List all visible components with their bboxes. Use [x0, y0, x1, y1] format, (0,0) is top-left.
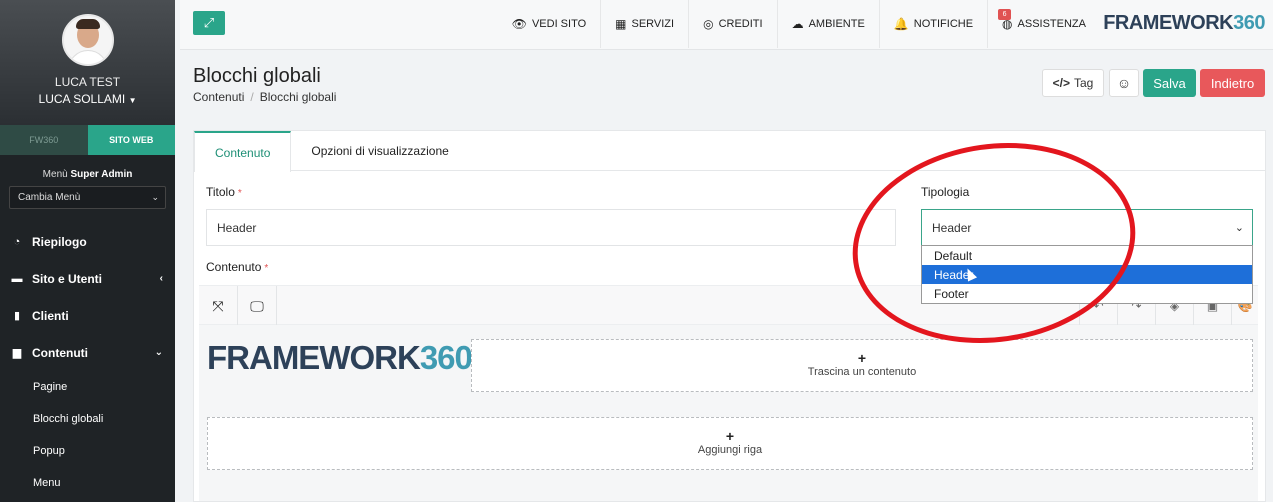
nav-assistenza[interactable]: 6 ◍ ASSISTENZA — [987, 0, 1100, 48]
breadcrumb: Contenuti / Blocchi globali — [193, 90, 337, 104]
form-tabs: Contenuto Opzioni di visualizzazione — [194, 131, 1265, 172]
person-icon: ▮ — [13, 310, 21, 322]
nav-servizi[interactable]: ▦ SERVIZI — [600, 0, 688, 48]
plus-icon: + — [857, 350, 867, 366]
page-title: Blocchi globali — [193, 65, 321, 87]
add-row-button[interactable]: + Aggiungi riga — [207, 417, 1253, 470]
nav-crediti[interactable]: ◎ CREDITI — [688, 0, 776, 48]
chevron-down-icon: ⌄ — [154, 347, 163, 358]
nav-ambiente[interactable]: ☁ AMBIENTE — [776, 0, 879, 48]
monitor-icon: 🖵 — [250, 297, 264, 314]
titolo-label: Titolo * — [206, 185, 242, 199]
sidebar-item-contenuti[interactable]: ▆ Contenuti ⌄ — [0, 334, 175, 371]
tab-sito-web[interactable]: SITO WEB — [87, 125, 175, 155]
user-name: LUCA TEST — [54, 75, 121, 89]
dashboard-icon: ◔ — [13, 235, 21, 248]
sidebar-subitem-pagine[interactable]: Pagine — [0, 371, 175, 403]
users-icon: ▬ — [11, 272, 23, 285]
fullscreen-button[interactable]: ⤧ — [199, 286, 238, 326]
nav-notifiche[interactable]: 🔔 NOTIFICHE — [878, 0, 987, 48]
expand-icon: ⤧ — [212, 297, 224, 314]
nav-vedi-sito[interactable]: 👁 VEDI SITO — [498, 0, 600, 48]
change-menu-select[interactable]: Cambia Menù ⌄ — [9, 186, 166, 209]
bell-icon: 🔔 — [893, 17, 909, 31]
tag-button[interactable]: </> Tag — [1042, 69, 1104, 97]
contenuto-label: Contenuto * — [206, 260, 269, 274]
sidebar-subitem-popup[interactable]: Popup — [0, 435, 175, 467]
profile-panel: LUCA TEST LUCA SOLLAMI ▼ — [0, 0, 175, 125]
notification-badge: 6 — [998, 9, 1012, 20]
user-account-dropdown[interactable]: LUCA SOLLAMI ▼ — [0, 92, 175, 106]
topbar: ⤢ 👁 VEDI SITO ▦ SERVIZI ◎ CREDITI ☁ AMBIENTE… — [180, 0, 1273, 50]
chevron-down-icon: ⌄ — [151, 192, 159, 202]
chevron-left-icon: ‹ — [159, 273, 163, 284]
save-button[interactable]: Salva — [1143, 69, 1196, 97]
coins-icon: ◎ — [703, 17, 714, 31]
desktop-view-button[interactable]: 🖵 — [238, 286, 277, 326]
brand-logo[interactable]: FRAMEWORK360 — [1103, 12, 1265, 35]
sidebar-item-sito-utenti[interactable]: ▬ Sito e Utenti ‹ — [0, 260, 175, 297]
content-logo[interactable]: FRAMEWORK360 — [207, 339, 473, 377]
titolo-input[interactable]: Header — [206, 209, 896, 246]
page-header: Blocchi globali Contenuti / Blocchi global… — [180, 50, 1273, 120]
smile-icon: ☺ — [1116, 75, 1132, 91]
sidebar-subitem-blocchi-globali[interactable]: Blocchi globali — [0, 403, 175, 435]
sidebar-subitem-menu[interactable]: Menu — [0, 467, 175, 499]
plus-icon: + — [725, 428, 735, 444]
sidebar-item-riepilogo[interactable]: ◔ Riepilogo — [0, 223, 175, 260]
chevron-down-icon: ⌄ — [1234, 222, 1244, 234]
breadcrumb-current: Blocchi globali — [259, 90, 337, 104]
sidebar-item-clienti[interactable]: ▮ Clienti — [0, 297, 175, 334]
back-button[interactable]: Indietro — [1200, 69, 1265, 97]
top-nav: 👁 VEDI SITO ▦ SERVIZI ◎ CREDITI ☁ AMBIENTE 🔔… — [498, 0, 1100, 48]
code-icon: </> — [1052, 76, 1070, 90]
tab-contenuto[interactable]: Contenuto — [194, 131, 292, 172]
content-dropzone[interactable]: + Trascina un contenuto — [471, 339, 1253, 392]
menu-title: Menù Super Admin — [42, 169, 133, 180]
emoji-button[interactable]: ☺ — [1109, 69, 1139, 97]
cloud-icon: ☁ — [791, 17, 804, 31]
avatar[interactable] — [61, 14, 114, 66]
breadcrumb-contenuti[interactable]: Contenuti — [193, 90, 244, 104]
file-icon: ▆ — [12, 347, 22, 359]
building-icon: ▦ — [615, 17, 627, 31]
editor-canvas: FRAMEWORK360 + Trascina un contenuto + A… — [199, 325, 1258, 501]
tab-fw360[interactable]: FW360 — [0, 125, 88, 155]
expand-button[interactable]: ⤢ — [193, 11, 225, 35]
caret-down-icon: ▼ — [128, 96, 137, 105]
expand-icon: ⤢ — [203, 15, 215, 30]
eye-icon: 👁 — [511, 17, 527, 31]
tab-opzioni-visualizzazione[interactable]: Opzioni di visualizzazione — [291, 131, 468, 171]
sidebar: LUCA TEST LUCA SOLLAMI ▼ FW360 SITO WEB … — [0, 0, 175, 502]
